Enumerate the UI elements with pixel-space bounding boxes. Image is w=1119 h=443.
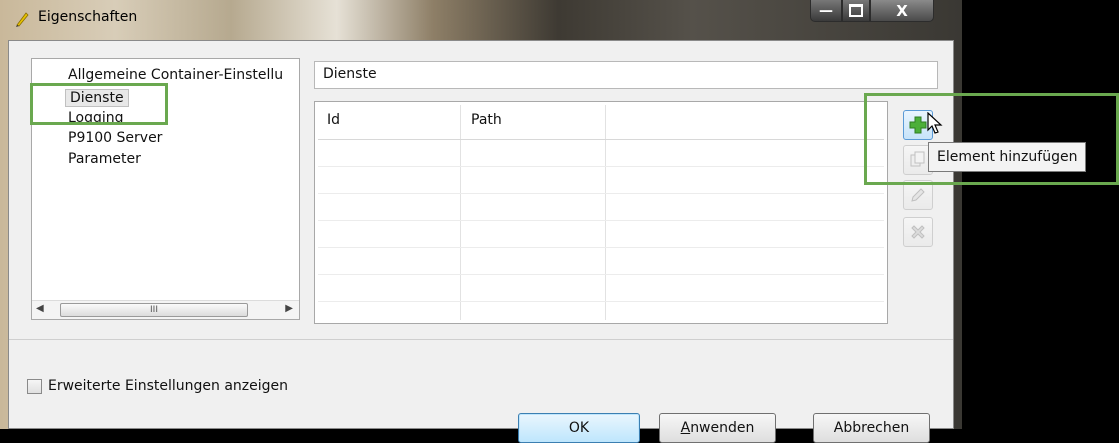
delete-element-button[interactable]	[903, 217, 933, 247]
scroll-left-icon[interactable]: ◀	[36, 303, 44, 314]
advanced-settings-label[interactable]: Erweiterte Einstellungen anzeigen	[48, 378, 288, 394]
tooltip: Element hinzufügen	[928, 142, 1087, 172]
apply-button[interactable]: Anwenden	[659, 413, 776, 443]
column-divider	[605, 105, 606, 320]
horizontal-scrollbar[interactable]: ◀ III ▶	[32, 300, 299, 319]
advanced-settings-option[interactable]: Erweiterte Einstellungen anzeigen	[27, 378, 288, 394]
category-tree[interactable]: Allgemeine Container-Einstellu Dienste L…	[31, 58, 300, 320]
column-header-path[interactable]: Path	[471, 112, 502, 128]
column-header-id[interactable]: Id	[327, 112, 340, 128]
header-separator	[318, 139, 884, 140]
pencil-icon	[911, 188, 925, 202]
plus-icon	[909, 116, 927, 134]
section-title-field: Dienste	[314, 61, 938, 89]
tree-item-parameter[interactable]: Parameter	[68, 151, 141, 167]
copy-icon	[910, 151, 925, 167]
tree-item-p9100-server[interactable]: P9100 Server	[68, 130, 162, 146]
properties-window: Eigenschaften — X Allgemeine Container-E…	[0, 0, 962, 443]
row-line	[318, 193, 884, 194]
edit-element-button[interactable]	[903, 180, 933, 210]
mouse-pointer-icon	[927, 112, 943, 134]
maximize-icon	[849, 4, 863, 17]
apply-label: nwenden	[690, 420, 755, 436]
services-table[interactable]: Id Path	[314, 101, 888, 324]
footer-separator	[9, 339, 953, 340]
maximize-button[interactable]	[842, 0, 870, 22]
row-line	[318, 301, 884, 302]
tree-item-services[interactable]: Dienste	[65, 89, 129, 107]
scroll-right-icon[interactable]: ▶	[285, 303, 293, 314]
minimize-icon: —	[819, 2, 833, 19]
tree-item-general[interactable]: Allgemeine Container-Einstellu	[68, 67, 283, 83]
close-icon: X	[896, 1, 908, 20]
dialog-client-area: Allgemeine Container-Einstellu Dienste L…	[8, 40, 954, 443]
tree-item-logging[interactable]: Logging	[68, 110, 124, 126]
scroll-thumb[interactable]: III	[60, 303, 248, 317]
row-line	[318, 166, 884, 167]
close-button[interactable]: X	[870, 0, 934, 22]
window-title: Eigenschaften	[38, 9, 138, 25]
cancel-button[interactable]: Abbrechen	[813, 413, 930, 443]
pen-icon	[16, 12, 29, 27]
row-line	[318, 274, 884, 275]
row-line	[318, 220, 884, 221]
x-icon	[911, 225, 925, 239]
minimize-button[interactable]: —	[810, 0, 842, 22]
advanced-settings-checkbox[interactable]	[27, 378, 42, 394]
caption-buttons: — X	[810, 0, 934, 22]
column-divider	[460, 105, 461, 320]
row-line	[318, 247, 884, 248]
ok-button[interactable]: OK	[518, 413, 640, 443]
title-bar[interactable]: Eigenschaften — X	[0, 0, 962, 40]
apply-mnemonic: A	[680, 420, 691, 436]
